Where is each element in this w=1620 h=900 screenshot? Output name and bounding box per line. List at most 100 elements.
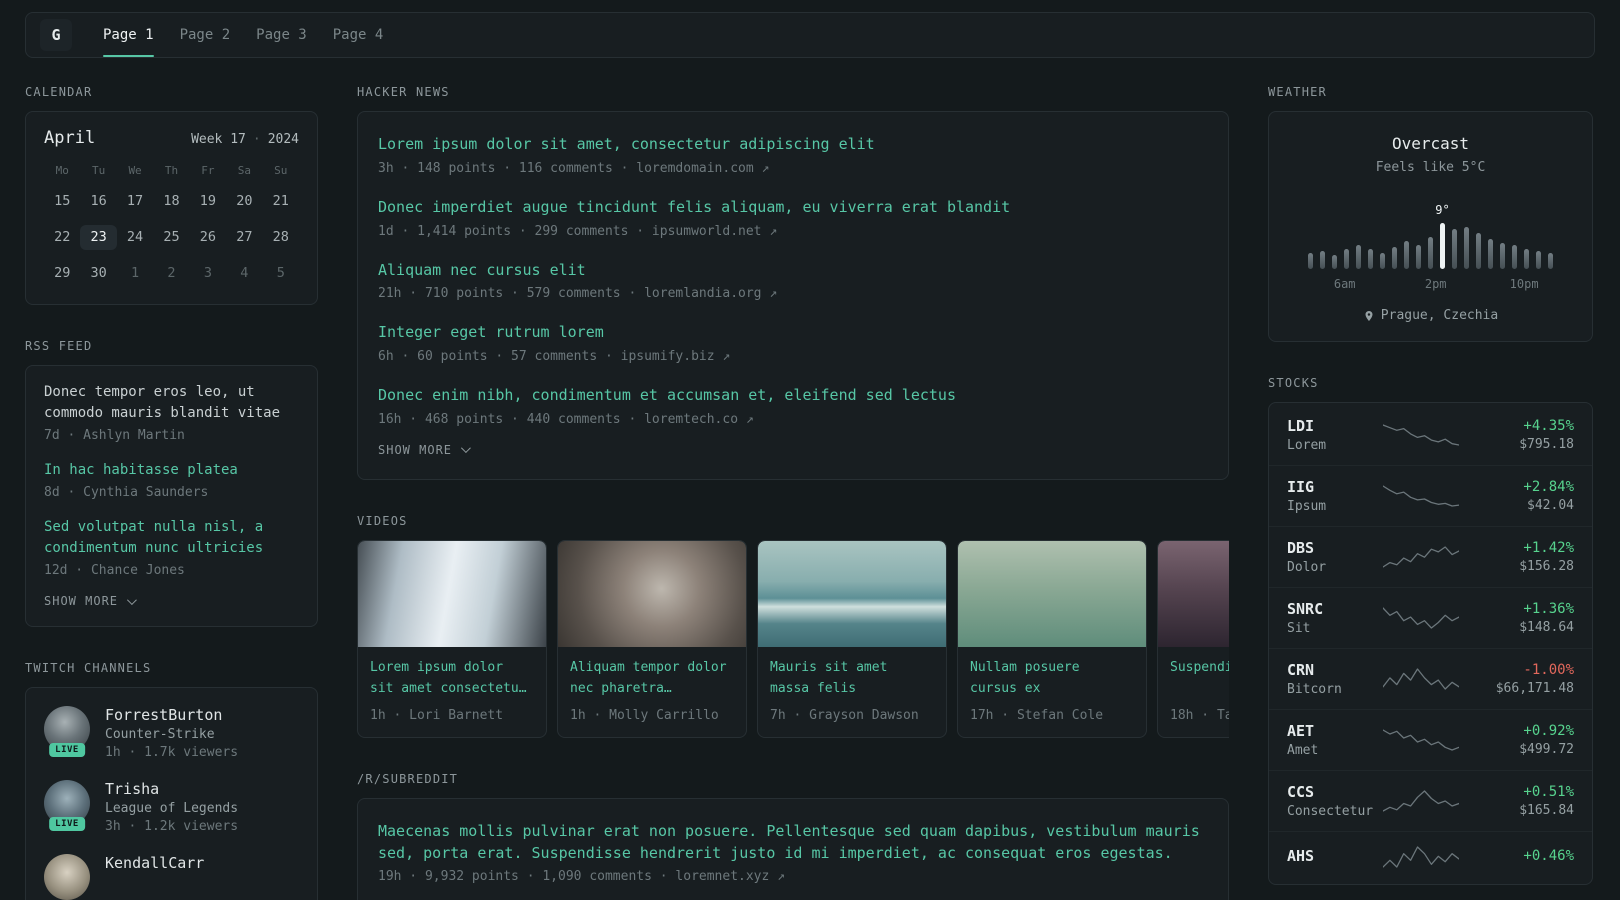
stock-row[interactable]: AET Amet +0.92% $499.72: [1269, 709, 1592, 770]
hackernews-list: Lorem ipsum dolor sit amet, consectetur …: [378, 134, 1208, 427]
twitch-channel-row[interactable]: LIVE Trisha League of Legends 3h · 1.2k …: [44, 780, 299, 834]
twitch-channel-row[interactable]: LIVE ForrestBurton Counter-Strike 1h · 1…: [44, 706, 299, 760]
weather-condition: Overcast: [1391, 134, 1470, 153]
stock-sparkline-chart: [1383, 788, 1463, 814]
live-badge: LIVE: [49, 817, 85, 831]
video-meta: 7h · Grayson Dawson: [770, 707, 919, 723]
video-card[interactable]: Suspendisse diam 18h · Tara: [1157, 539, 1229, 738]
rss-headline-link[interactable]: Sed volutpat nulla nisl, a condimentum n…: [44, 517, 299, 559]
calendar-day: 19: [199, 193, 217, 209]
subreddit-post-title-link[interactable]: Maecenas mollis pulvinar erat non posuer…: [378, 821, 1208, 865]
twitch-channel-category: League of Legends: [105, 801, 239, 816]
page-tab[interactable]: Page 1: [90, 13, 167, 57]
weather-bar: [1452, 229, 1457, 269]
weather-time-label: 10pm: [1509, 277, 1539, 291]
hackernews-title-link[interactable]: Donec enim nibh, condimentum et accumsan…: [378, 385, 1208, 407]
twitch-widget-title: TWITCH CHANNELS: [25, 661, 152, 675]
weather-feels-like: Feels like 5°C: [1375, 160, 1486, 175]
stock-row[interactable]: SNRC Sit +1.36% $148.64: [1269, 587, 1592, 648]
stock-name: Ipsum: [1287, 499, 1327, 514]
hackernews-item: Integer eget rutrum lorem 6h · 60 points…: [378, 322, 1208, 364]
hackernews-title-link[interactable]: Donec imperdiet augue tincidunt felis al…: [378, 197, 1208, 219]
video-thumbnail[interactable]: [1158, 540, 1229, 647]
calendar-day: 16: [90, 193, 107, 209]
left-column: CALENDAR April Week 17 · 2024 Mo Tu We Th Fr…: [25, 85, 318, 900]
calendar-days: 15 16 17 18 19 20 21 22 23 24 25 26 27 28 29 30 1 2 3 4 5: [44, 189, 299, 286]
calendar-dow: Fr: [201, 164, 215, 177]
video-thumbnail[interactable]: [358, 540, 546, 647]
video-meta: 1h · Lori Barnett: [370, 707, 504, 723]
video-card[interactable]: Lorem ipsum dolor sit amet consectetu… 1…: [357, 539, 547, 738]
rss-show-more-button[interactable]: SHOW MORE: [44, 594, 299, 608]
twitch-channel-meta: 1h · 1.7k viewers: [105, 745, 239, 760]
stocks-widget-title: STOCKS: [1268, 376, 1319, 390]
calendar-day: 1: [130, 265, 140, 281]
stock-row[interactable]: CCS Consectetur +0.51% $165.84: [1269, 770, 1592, 831]
calendar-day: 29: [54, 265, 71, 281]
video-thumbnail[interactable]: [958, 540, 1146, 647]
app-logo[interactable]: G: [40, 19, 72, 51]
hackernews-meta: 16h · 468 points · 440 comments · loremt…: [378, 411, 754, 427]
rss-item: Donec tempor eros leo, ut commodo mauris…: [44, 382, 299, 443]
stock-name: Bitcorn: [1287, 682, 1342, 697]
calendar-day: 24: [126, 229, 144, 245]
weather-bar: [1536, 251, 1541, 269]
rss-headline-link[interactable]: In hac habitasse platea: [44, 460, 299, 481]
calendar-widget: CALENDAR April Week 17 · 2024 Mo Tu We Th Fr…: [25, 85, 318, 305]
videos-widget-title: VIDEOS: [357, 513, 408, 528]
calendar-dow: Su: [274, 164, 288, 177]
calendar-week: Week 17 · 2024: [191, 132, 299, 147]
page-tab-label: Page 1: [103, 27, 154, 43]
rss-item: In hac habitasse platea 8d · Cynthia Sau…: [44, 460, 299, 500]
video-meta: 17h · Stefan Cole: [970, 707, 1104, 723]
weather-bar: [1320, 251, 1325, 269]
hackernews-title-link[interactable]: Integer eget rutrum lorem: [378, 322, 1208, 344]
topbar-tabs: Page 1 Page 2 Page 3 Page 4: [90, 13, 396, 57]
calendar-day: 22: [54, 229, 71, 245]
video-title-link[interactable]: Aliquam tempor dolor nec pharetra…: [558, 647, 746, 702]
video-title-link[interactable]: Mauris sit amet massa felis: [758, 647, 946, 702]
stock-row[interactable]: CRN Bitcorn -1.00% $66,171.48: [1269, 648, 1592, 709]
weather-bar: [1392, 247, 1397, 269]
stock-change: +1.42%: [1523, 540, 1574, 556]
video-card[interactable]: Aliquam tempor dolor nec pharetra… 1h · …: [557, 539, 747, 738]
page-tab[interactable]: Page 3: [243, 13, 320, 57]
video-card[interactable]: Mauris sit amet massa felis 7h · Grayson…: [757, 539, 947, 738]
hackernews-panel: Lorem ipsum dolor sit amet, consectetur …: [357, 111, 1229, 480]
twitch-channel-meta: 3h · 1.2k viewers: [105, 819, 239, 834]
video-title-link[interactable]: Nullam posuere cursus ex: [958, 647, 1146, 702]
hackernews-widget: HACKER NEWS Lorem ipsum dolor sit amet, …: [357, 85, 1229, 480]
stock-price: $165.84: [1519, 803, 1574, 818]
weather-bar: [1512, 245, 1517, 269]
subreddit-panel: Maecenas mollis pulvinar erat non posuer…: [357, 797, 1229, 900]
hackernews-show-more-button[interactable]: SHOW MORE: [378, 443, 1208, 457]
stock-row[interactable]: DBS Dolor +1.42% $156.28: [1269, 526, 1592, 587]
stock-row[interactable]: IIG Ipsum +2.84% $42.04: [1269, 465, 1592, 526]
dashboard-page: G Page 1 Page 2 Page 3 Page 4 CALENDAR A…: [0, 0, 1620, 900]
page-tab[interactable]: Page 4: [320, 13, 397, 57]
stock-symbol: CRN: [1287, 661, 1315, 679]
video-card[interactable]: Nullam posuere cursus ex 17h · Stefan Co…: [957, 539, 1147, 738]
weather-bar: [1356, 245, 1361, 269]
hackernews-title-link[interactable]: Lorem ipsum dolor sit amet, consectetur …: [378, 134, 1208, 156]
stock-row[interactable]: LDI Lorem +4.35% $795.18: [1269, 405, 1592, 465]
calendar-day: 27: [236, 229, 253, 245]
subreddit-post-meta: 19h · 9,932 points · 1,090 comments · lo…: [378, 869, 785, 885]
twitch-channel-category: Counter-Strike: [105, 727, 215, 742]
rss-meta: 12d · Chance Jones: [44, 563, 185, 578]
page-tab[interactable]: Page 2: [167, 13, 244, 57]
calendar-dow: Sa: [237, 164, 251, 177]
weather-bar: [1476, 233, 1481, 269]
video-title-link[interactable]: Lorem ipsum dolor sit amet consectetu…: [358, 647, 546, 702]
twitch-avatar-wrap: [44, 854, 90, 900]
twitch-channel-row[interactable]: KendallCarr: [44, 854, 299, 900]
hackernews-title-link[interactable]: Aliquam nec cursus elit: [378, 260, 1208, 282]
video-thumbnail[interactable]: [558, 540, 746, 647]
calendar-day: 18: [163, 193, 180, 209]
rss-headline-link[interactable]: Donec tempor eros leo, ut commodo mauris…: [44, 382, 299, 424]
stock-row[interactable]: AHS +0.46%: [1269, 831, 1592, 882]
stock-name: Consectetur: [1287, 804, 1374, 819]
weather-bar: [1308, 253, 1313, 269]
video-thumbnail[interactable]: [758, 540, 946, 647]
video-title-link[interactable]: Suspendisse diam: [1158, 647, 1229, 702]
